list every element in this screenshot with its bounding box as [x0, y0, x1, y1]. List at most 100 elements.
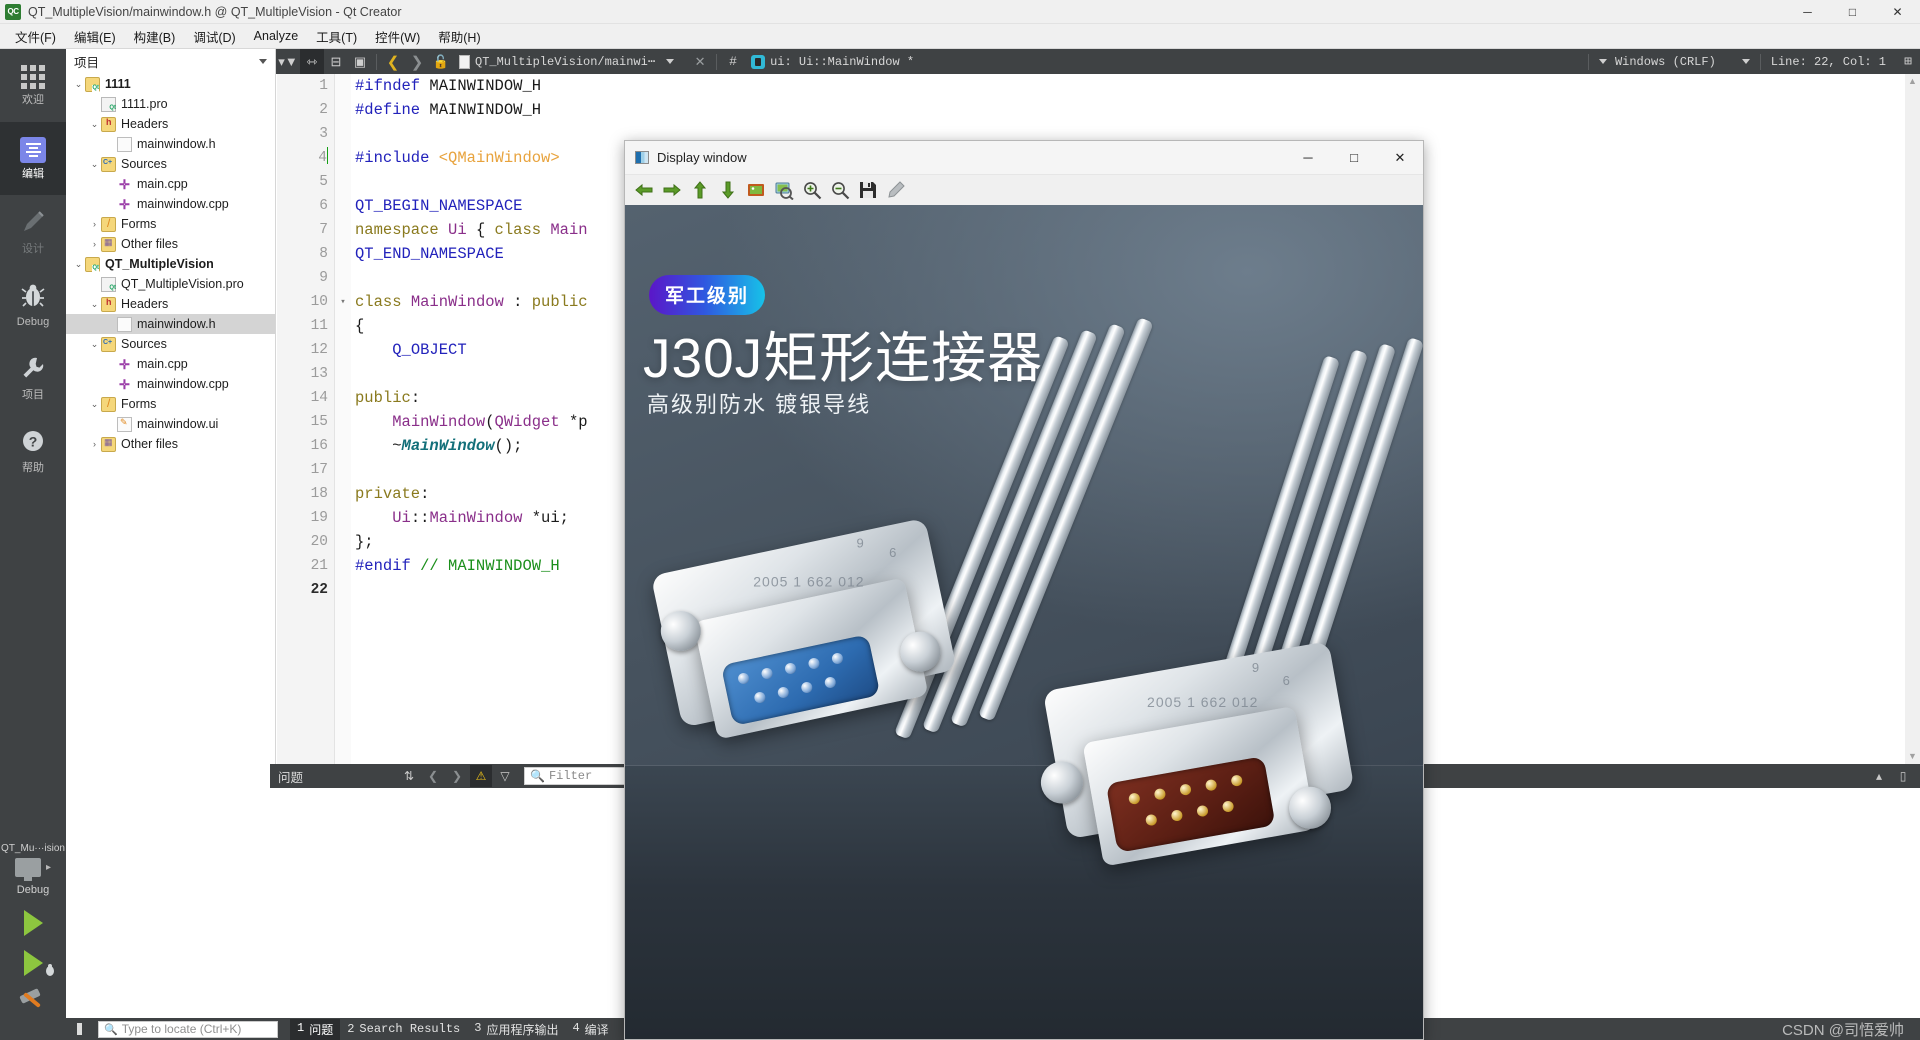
chevron-up-icon[interactable]: ▴ — [1868, 765, 1890, 787]
menu-edit[interactable]: 编辑(E) — [65, 24, 125, 49]
line-ending-combo[interactable]: Windows (CRLF) — [1587, 53, 1760, 70]
mode-design[interactable]: 设计 — [0, 195, 66, 268]
tree-item-headers[interactable]: ⌄ Headers — [66, 294, 275, 314]
kit-project-name[interactable]: QT_Mu···ision — [0, 843, 66, 854]
menu-tools[interactable]: 工具(T) — [307, 24, 366, 49]
tree-item-mainwindow-h[interactable]: mainwindow.h — [66, 314, 275, 334]
run-debug-button[interactable] — [0, 950, 66, 976]
tree-item-mainwindow-cpp[interactable]: ✛ mainwindow.cpp — [66, 194, 275, 214]
scroll-up-icon[interactable]: ▲ — [1905, 74, 1920, 89]
maximize-button[interactable]: □ — [1830, 0, 1875, 24]
unlocked-icon[interactable]: 🔓 — [429, 49, 453, 74]
toggle-sidebar-icon[interactable] — [72, 1018, 94, 1040]
disclosure-arrow-icon[interactable]: ⌄ — [88, 119, 101, 130]
pan-down-icon[interactable] — [715, 177, 741, 203]
status-item-application-output[interactable]: 3 应用程序输出 — [467, 1019, 565, 1040]
chevron-left-icon[interactable]: ❮ — [422, 765, 444, 787]
disclosure-arrow-icon[interactable]: ⌄ — [88, 339, 101, 350]
code-line[interactable]: #ifndef MAINWINDOW_H — [355, 74, 1920, 98]
tree-item-qt-multiplevision-pro[interactable]: QT_MultipleVision.pro — [66, 274, 275, 294]
mode-debug[interactable]: Debug — [0, 268, 66, 341]
fold-marker-icon[interactable]: ▾ — [335, 290, 351, 314]
disclosure-arrow-icon[interactable]: ⌄ — [88, 159, 101, 170]
sort-icon[interactable]: ⇅ — [398, 765, 420, 787]
run-button[interactable] — [0, 910, 66, 936]
menu-analyze[interactable]: Analyze — [245, 26, 307, 46]
tree-item-1111[interactable]: ⌄ 1111 — [66, 74, 275, 94]
tree-item-1111-pro[interactable]: 1111.pro — [66, 94, 275, 114]
symbol-combo[interactable]: ui: Ui::MainWindow * — [745, 54, 920, 69]
pan-right-icon[interactable] — [659, 177, 685, 203]
zoom-in-icon[interactable] — [799, 177, 825, 203]
tree-item-headers[interactable]: ⌄ Headers — [66, 114, 275, 134]
disclosure-arrow-icon[interactable]: › — [88, 219, 101, 229]
fold-column[interactable]: ▾ — [335, 74, 351, 764]
tree-item-main-cpp[interactable]: ✛ main.cpp — [66, 354, 275, 374]
scroll-down-icon[interactable]: ▼ — [1905, 749, 1920, 764]
tree-item-mainwindow-cpp[interactable]: ✛ mainwindow.cpp — [66, 374, 275, 394]
project-tree[interactable]: ⌄ 1111 1111.pro ⌄ Headers mainwindow.h ⌄ Source… — [66, 74, 276, 764]
tree-item-main-cpp[interactable]: ✛ main.cpp — [66, 174, 275, 194]
disclosure-arrow-icon[interactable]: ⌄ — [88, 399, 101, 410]
link-with-editor-icon[interactable]: ⇿ — [300, 49, 324, 74]
warning-icon[interactable]: ⚠ — [470, 765, 493, 787]
menu-help[interactable]: 帮助(H) — [429, 24, 489, 49]
menu-debug[interactable]: 调试(D) — [184, 24, 244, 49]
menu-file[interactable]: 文件(F) — [6, 24, 65, 49]
locate-input[interactable]: 🔍 Type to locate (Ctrl+K) — [98, 1020, 278, 1038]
properties-icon[interactable] — [883, 177, 909, 203]
zoom-actual-size-icon[interactable] — [771, 177, 797, 203]
editor-file-combo[interactable]: QT_MultipleVision/mainwi⋯ — [453, 54, 688, 69]
display-window-image[interactable]: 2005 1 662 012 9 6 2005 1 662 012 9 6 军工… — [625, 205, 1423, 1039]
filter-icon[interactable]: ▽ — [494, 765, 516, 787]
disclosure-arrow-icon[interactable]: › — [88, 439, 101, 449]
project-tree-mode-combo[interactable]: 项目 — [66, 49, 276, 74]
status-item-search-results[interactable]: 2 Search Results — [340, 1020, 467, 1038]
maximize-pane-icon[interactable]: ▯ — [1892, 765, 1914, 787]
status-item-issues[interactable]: 1 问题 — [290, 1018, 341, 1040]
pan-left-icon[interactable] — [631, 177, 657, 203]
disclosure-arrow-icon[interactable]: ⌄ — [88, 299, 101, 310]
mode-help[interactable]: ? 帮助 — [0, 414, 66, 487]
tree-item-forms[interactable]: › Forms — [66, 214, 275, 234]
mode-edit[interactable]: 编辑 — [0, 122, 66, 195]
menu-build[interactable]: 构建(B) — [125, 24, 185, 49]
tree-item-sources[interactable]: ⌄ Sources — [66, 154, 275, 174]
mode-welcome[interactable]: 欢迎 — [0, 49, 66, 122]
display-window[interactable]: Display window ─ □ ✕ 2005 1 662 012 9 6 … — [624, 140, 1424, 1040]
close-icon[interactable]: ✕ — [688, 49, 712, 74]
tree-item-qt-multiplevision[interactable]: ⌄ QT_MultipleVision — [66, 254, 275, 274]
disclosure-arrow-icon[interactable]: › — [88, 239, 101, 249]
tree-item-other-files[interactable]: › Other files — [66, 234, 275, 254]
kit-target-row[interactable]: ▸ — [0, 858, 66, 881]
chevron-right-icon[interactable]: ❯ — [446, 765, 468, 787]
build-button[interactable] — [0, 988, 66, 1016]
more-icon[interactable]: ▣ — [348, 49, 372, 74]
filter-icon[interactable]: ▾▼ — [276, 49, 300, 74]
split-icon[interactable]: ⊟ — [324, 49, 348, 74]
tree-item-other-files[interactable]: › Other files — [66, 434, 275, 454]
back-icon[interactable]: ❮ — [381, 49, 405, 74]
code-line[interactable]: #define MAINWINDOW_H — [355, 98, 1920, 122]
display-close-button[interactable]: ✕ — [1377, 141, 1423, 174]
zoom-fit-icon[interactable] — [743, 177, 769, 203]
disclosure-arrow-icon[interactable]: ⌄ — [72, 79, 85, 90]
minimize-button[interactable]: ─ — [1785, 0, 1830, 24]
forward-icon[interactable]: ❯ — [405, 49, 429, 74]
close-button[interactable]: ✕ — [1875, 0, 1920, 24]
mode-projects[interactable]: 项目 — [0, 341, 66, 414]
display-minimize-button[interactable]: ─ — [1285, 141, 1331, 174]
tree-item-mainwindow-h[interactable]: mainwindow.h — [66, 134, 275, 154]
split-editor-icon[interactable]: ⊞ — [1896, 49, 1920, 74]
tree-item-mainwindow-ui[interactable]: mainwindow.ui — [66, 414, 275, 434]
tree-item-forms[interactable]: ⌄ Forms — [66, 394, 275, 414]
display-maximize-button[interactable]: □ — [1331, 141, 1377, 174]
tree-item-sources[interactable]: ⌄ Sources — [66, 334, 275, 354]
menu-widgets[interactable]: 控件(W) — [366, 24, 429, 49]
save-icon[interactable] — [855, 177, 881, 203]
zoom-out-icon[interactable] — [827, 177, 853, 203]
disclosure-arrow-icon[interactable]: ⌄ — [72, 259, 85, 270]
status-item-compile-output[interactable]: 4 编译 — [565, 1019, 615, 1040]
pan-up-icon[interactable] — [687, 177, 713, 203]
editor-vertical-scrollbar[interactable]: ▲ ▼ — [1905, 74, 1920, 764]
